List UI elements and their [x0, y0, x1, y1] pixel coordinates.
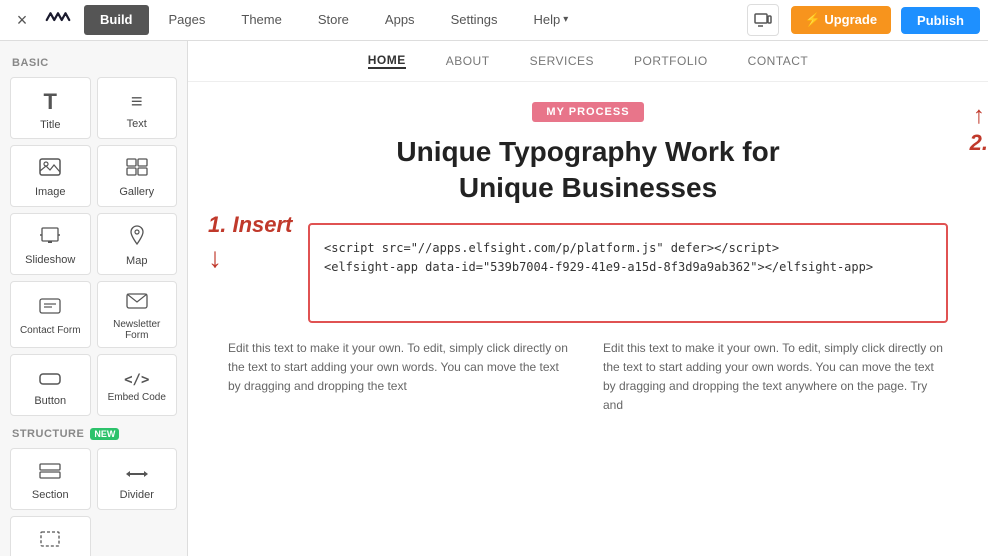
- site-nav-about[interactable]: ABOUT: [446, 54, 490, 68]
- sidebar-item-spacer[interactable]: Spacer: [10, 516, 91, 556]
- sidebar-item-label: Map: [126, 255, 147, 267]
- map-icon: [129, 225, 145, 251]
- divider-icon: [126, 462, 148, 485]
- tab-build[interactable]: Build: [84, 5, 149, 35]
- tab-apps[interactable]: Apps: [369, 0, 431, 41]
- sidebar-item-divider[interactable]: Divider: [97, 448, 178, 510]
- sidebar-item-image[interactable]: Image: [10, 145, 91, 207]
- annotation-insert: 1. Insert ↓: [208, 212, 292, 274]
- arrow-down-icon: ↓: [208, 242, 222, 274]
- device-toggle-icon[interactable]: [747, 4, 779, 36]
- sidebar-item-button[interactable]: Button: [10, 354, 91, 416]
- sidebar-item-label: Section: [32, 489, 69, 501]
- tab-settings[interactable]: Settings: [435, 0, 514, 41]
- site-nav-home[interactable]: HOME: [368, 53, 406, 69]
- main-layout: BASIC T Title ≡ Text Image Gallery: [0, 41, 988, 556]
- sidebar-item-slideshow[interactable]: Slideshow: [10, 213, 91, 275]
- process-badge: MY PROCESS: [532, 102, 643, 122]
- chevron-down-icon: ▾: [563, 14, 568, 25]
- button-icon: [39, 368, 61, 391]
- site-nav-services[interactable]: SERVICES: [530, 54, 594, 68]
- sidebar-item-label: Text: [127, 118, 147, 130]
- sidebar-item-label: Embed Code: [108, 392, 166, 403]
- new-badge: NEW: [90, 428, 119, 440]
- sidebar-section-structure-header: STRUCTURE NEW: [0, 420, 187, 444]
- text-column-2[interactable]: Edit this text to make it your own. To e…: [603, 339, 948, 416]
- annotation-2: ↑ 2.: [970, 102, 988, 156]
- sidebar-item-embed-code[interactable]: </> Embed Code: [97, 354, 178, 416]
- image-icon: [39, 158, 61, 182]
- text-column-1[interactable]: Edit this text to make it your own. To e…: [228, 339, 573, 416]
- gallery-icon: [126, 158, 148, 182]
- close-icon[interactable]: ×: [8, 6, 36, 34]
- sidebar-item-title[interactable]: T Title: [10, 77, 91, 139]
- canvas-content: HOME ABOUT SERVICES PORTFOLIO CONTACT ↑ …: [188, 41, 988, 556]
- sidebar-item-gallery[interactable]: Gallery: [97, 145, 178, 207]
- sidebar-item-label: Contact Form: [20, 325, 81, 336]
- site-nav-contact[interactable]: CONTACT: [748, 54, 809, 68]
- tab-pages[interactable]: Pages: [153, 0, 222, 41]
- top-navigation: × Build Pages Theme Store Apps Settings …: [0, 0, 988, 41]
- page-title: Unique Typography Work for Unique Busine…: [228, 134, 948, 207]
- sidebar-item-map[interactable]: Map: [97, 213, 178, 275]
- text-columns: Edit this text to make it your own. To e…: [228, 339, 948, 416]
- newsletter-icon: [126, 292, 148, 315]
- sidebar-item-label: Image: [35, 186, 66, 198]
- sidebar-item-label: Newsletter Form: [102, 319, 173, 341]
- embed-code-icon: </>: [124, 372, 149, 388]
- sidebar-section-structure: STRUCTURE: [12, 428, 84, 440]
- sidebar-item-label: Slideshow: [25, 254, 75, 266]
- sidebar-item-contact-form[interactable]: Contact Form: [10, 281, 91, 348]
- sidebar-item-label: Divider: [120, 489, 154, 501]
- weebly-logo: [40, 6, 76, 34]
- sidebar-item-label: Gallery: [119, 186, 154, 198]
- embed-code-box[interactable]: <script src="//apps.elfsight.com/p/platf…: [308, 223, 948, 323]
- contact-form-icon: [39, 297, 61, 321]
- upgrade-button[interactable]: ⚡ Upgrade: [791, 6, 892, 34]
- page-content: ↑ 2. MY PROCESS Unique Typography Work f…: [188, 82, 988, 436]
- text-icon: ≡: [131, 91, 143, 114]
- sidebar-basic-grid: T Title ≡ Text Image Gallery: [0, 73, 187, 420]
- arrow-up-icon: ↑: [973, 102, 985, 130]
- site-nav-portfolio[interactable]: PORTFOLIO: [634, 54, 708, 68]
- section-icon: [39, 462, 61, 485]
- sidebar-section-basic: BASIC: [0, 51, 187, 73]
- annotation-insert-label: 1. Insert: [208, 212, 292, 238]
- sidebar-item-label: Title: [40, 119, 60, 131]
- annotation-2-label: 2.: [970, 130, 988, 156]
- sidebar-structure-grid: Section Divider Spacer: [0, 444, 187, 556]
- sidebar-item-section[interactable]: Section: [10, 448, 91, 510]
- tab-store[interactable]: Store: [302, 0, 365, 41]
- tab-help[interactable]: Help ▾: [518, 0, 585, 41]
- spacer-icon: [39, 530, 61, 553]
- sidebar-item-newsletter-form[interactable]: Newsletter Form: [97, 281, 178, 348]
- publish-button[interactable]: Publish: [901, 7, 980, 34]
- sidebar-item-label: Button: [34, 395, 66, 407]
- slideshow-icon: [39, 226, 61, 250]
- site-navigation: HOME ABOUT SERVICES PORTFOLIO CONTACT: [188, 41, 988, 82]
- page-title-area: Unique Typography Work for Unique Busine…: [228, 134, 948, 207]
- sidebar: BASIC T Title ≡ Text Image Gallery: [0, 41, 188, 556]
- sidebar-item-text[interactable]: ≡ Text: [97, 77, 178, 139]
- canvas-area[interactable]: HOME ABOUT SERVICES PORTFOLIO CONTACT ↑ …: [188, 41, 988, 556]
- tab-theme[interactable]: Theme: [225, 0, 297, 41]
- title-icon: T: [44, 89, 57, 115]
